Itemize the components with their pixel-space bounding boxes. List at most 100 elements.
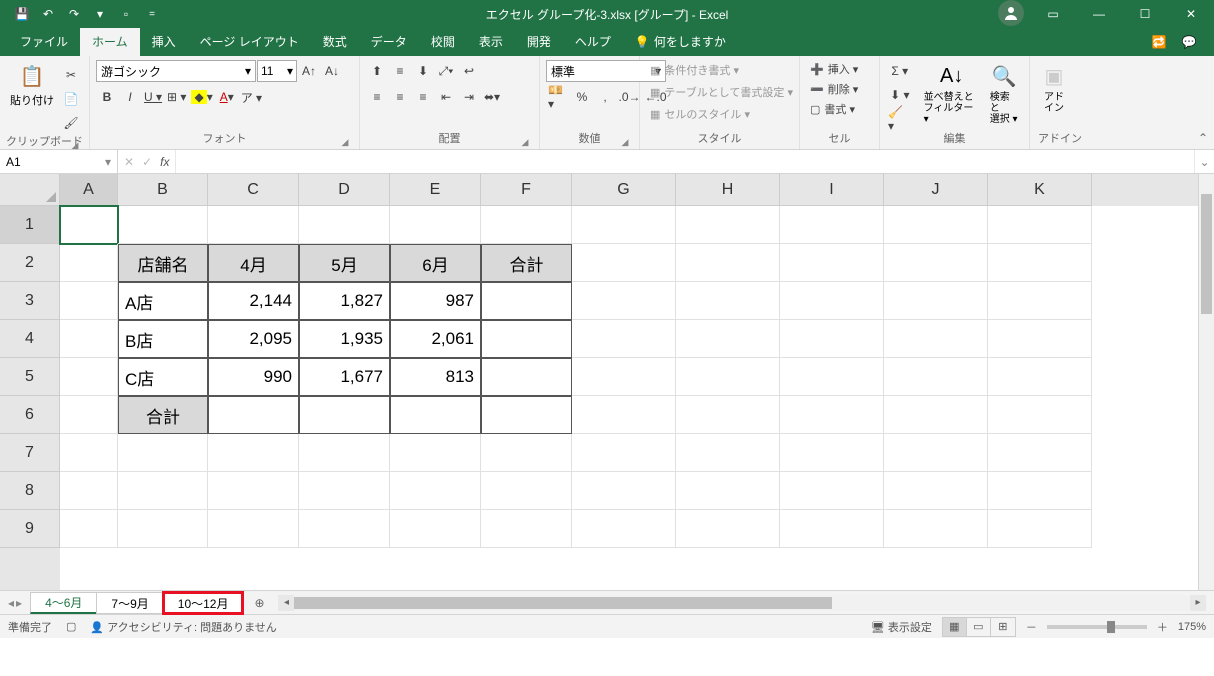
ribbon-display-icon[interactable]: ▭ [1030, 0, 1076, 28]
cell-B4[interactable]: B店 [118, 320, 208, 358]
cell-K6[interactable] [988, 396, 1092, 434]
tell-me[interactable]: 💡何をしますか [623, 27, 738, 56]
cell-H5[interactable] [676, 358, 780, 396]
italic-button[interactable]: I [119, 86, 141, 108]
border-icon[interactable]: ⊞ ▾ [165, 86, 188, 108]
zoom-value[interactable]: 175% [1178, 621, 1206, 633]
cell-C1[interactable] [208, 206, 299, 244]
cell-J6[interactable] [884, 396, 988, 434]
font-dialog-icon[interactable]: ◢ [339, 134, 351, 146]
cell-A1[interactable] [60, 206, 118, 244]
addin-button[interactable]: ▣アド イン [1036, 60, 1072, 116]
undo-icon[interactable]: ↶ [36, 2, 60, 26]
cell-F3[interactable] [481, 282, 572, 320]
cell-H3[interactable] [676, 282, 780, 320]
select-all-corner[interactable] [0, 174, 60, 206]
cell-D1[interactable] [299, 206, 390, 244]
cell-J8[interactable] [884, 472, 988, 510]
cell-I2[interactable] [780, 244, 884, 282]
cell-F9[interactable] [481, 510, 572, 548]
zoom-in-icon[interactable]: ＋ [1157, 619, 1168, 635]
cell-J2[interactable] [884, 244, 988, 282]
maximize-icon[interactable]: ☐ [1122, 0, 1168, 28]
align-dialog-icon[interactable]: ◢ [519, 134, 531, 146]
fill-icon[interactable]: ⬇ ▾ [886, 84, 914, 106]
qat-more-icon[interactable]: ▾ [88, 2, 112, 26]
cell-E6[interactable] [390, 396, 481, 434]
percent-icon[interactable]: % [571, 86, 593, 108]
comma-icon[interactable]: , [594, 86, 616, 108]
cell-J5[interactable] [884, 358, 988, 396]
cell-F5[interactable] [481, 358, 572, 396]
autosum-icon[interactable]: Σ ▾ [886, 60, 914, 82]
cell-K4[interactable] [988, 320, 1092, 358]
cell-E5[interactable]: 813 [390, 358, 481, 396]
view-layout-icon[interactable]: ▭ [967, 618, 991, 636]
cancel-fx-icon[interactable]: ✕ [124, 155, 134, 169]
cell-B2[interactable]: 店舗名 [118, 244, 208, 282]
row-header-9[interactable]: 9 [0, 510, 60, 548]
cell-D5[interactable]: 1,677 [299, 358, 390, 396]
font-size-select[interactable]: 11▾ [257, 60, 297, 82]
format-painter-icon[interactable]: 🖌 [60, 112, 82, 134]
fill-color-icon[interactable]: ◆▾ [189, 86, 214, 108]
cell-A7[interactable] [60, 434, 118, 472]
cell-E7[interactable] [390, 434, 481, 472]
increase-decimal-icon[interactable]: .0→ [617, 86, 642, 108]
row-header-8[interactable]: 8 [0, 472, 60, 510]
cell-H1[interactable] [676, 206, 780, 244]
align-bottom-icon[interactable]: ⬇ [412, 60, 434, 82]
cell-G3[interactable] [572, 282, 676, 320]
cell-J1[interactable] [884, 206, 988, 244]
cell-I9[interactable] [780, 510, 884, 548]
zoom-slider[interactable] [1047, 625, 1147, 629]
currency-icon[interactable]: 💴▾ [546, 86, 570, 108]
tab-home[interactable]: ホーム [80, 27, 140, 56]
tab-layout[interactable]: ページ レイアウト [188, 27, 311, 56]
delete-cells-button[interactable]: ➖削除 ▾ [806, 80, 862, 98]
cell-C4[interactable]: 2,095 [208, 320, 299, 358]
cell-K9[interactable] [988, 510, 1092, 548]
col-header-G[interactable]: G [572, 174, 676, 206]
cell-B6[interactable]: 合計 [118, 396, 208, 434]
cell-A2[interactable] [60, 244, 118, 282]
cell-B3[interactable]: A店 [118, 282, 208, 320]
cell-H2[interactable] [676, 244, 780, 282]
cell-G6[interactable] [572, 396, 676, 434]
insert-cells-button[interactable]: ➕挿入 ▾ [806, 60, 862, 78]
display-settings[interactable]: 🖥 表示設定 [871, 619, 932, 635]
cell-I6[interactable] [780, 396, 884, 434]
align-left-icon[interactable]: ≡ [366, 86, 388, 108]
indent-increase-icon[interactable]: ⇥ [458, 86, 480, 108]
cell-D6[interactable] [299, 396, 390, 434]
row-header-1[interactable]: 1 [0, 206, 60, 244]
redo-icon[interactable]: ↷ [62, 2, 86, 26]
cell-G1[interactable] [572, 206, 676, 244]
clear-icon[interactable]: 🧹 ▾ [886, 108, 914, 130]
cell-C5[interactable]: 990 [208, 358, 299, 396]
cell-K3[interactable] [988, 282, 1092, 320]
col-header-D[interactable]: D [299, 174, 390, 206]
wrap-text-icon[interactable]: ↩ [458, 60, 480, 82]
accept-fx-icon[interactable]: ✓ [142, 155, 152, 169]
cell-G7[interactable] [572, 434, 676, 472]
format-cells-button[interactable]: ▢書式 ▾ [806, 100, 862, 118]
fx-icon[interactable]: fx [160, 155, 169, 169]
cell-styles-button[interactable]: ▦セルのスタイル ▾ [646, 104, 797, 124]
tab-dev[interactable]: 開発 [515, 27, 563, 56]
conditional-format-button[interactable]: ▦条件付き書式 ▾ [646, 60, 797, 80]
find-select-button[interactable]: 🔍検索と 選択 ▾ [986, 60, 1023, 127]
user-avatar-icon[interactable] [998, 0, 1024, 26]
cell-H9[interactable] [676, 510, 780, 548]
col-header-H[interactable]: H [676, 174, 780, 206]
underline-button[interactable]: U ▾ [142, 86, 164, 108]
cell-B1[interactable] [118, 206, 208, 244]
copy-icon[interactable]: 📄 [60, 88, 82, 110]
accessibility-status[interactable]: 👤 アクセシビリティ: 問題ありません [90, 619, 276, 635]
close-icon[interactable]: ✕ [1168, 0, 1214, 28]
col-header-I[interactable]: I [780, 174, 884, 206]
cell-C3[interactable]: 2,144 [208, 282, 299, 320]
align-top-icon[interactable]: ⬆ [366, 60, 388, 82]
formula-input[interactable] [176, 150, 1194, 173]
cell-F7[interactable] [481, 434, 572, 472]
